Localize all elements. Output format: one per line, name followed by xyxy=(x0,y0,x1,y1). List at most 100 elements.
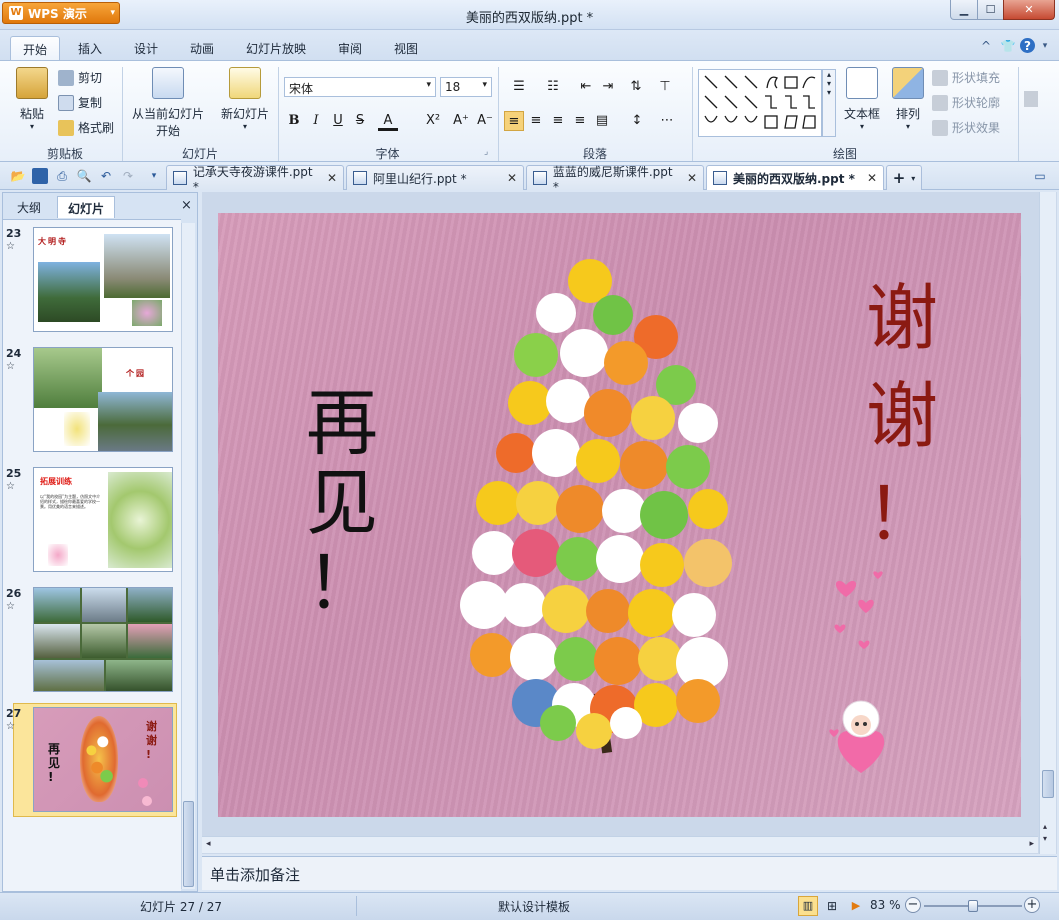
paste-button[interactable]: 粘贴 ▾ xyxy=(12,67,52,137)
italic-button[interactable]: I xyxy=(306,111,326,131)
canvas-scroll-thumb[interactable] xyxy=(1042,770,1054,798)
tab-home[interactable]: 开始 xyxy=(10,36,61,60)
columns-button[interactable]: ⋯ xyxy=(654,111,680,131)
doc-tab[interactable]: 记承天寺夜游课件.ppt * ✕ xyxy=(166,165,344,194)
tab-slideshow[interactable]: 幻灯片放映 xyxy=(234,36,318,60)
new-tab-button[interactable]: + ▾ xyxy=(886,165,922,190)
strikethrough-button[interactable]: S xyxy=(350,111,370,131)
close-panel-icon[interactable]: × xyxy=(181,198,192,213)
notes-pane[interactable]: 单击添加备注 xyxy=(202,856,1057,890)
shapes-gallery-scroll[interactable]: ▴ ▾ ▾ xyxy=(822,69,836,137)
slide-thumbnail-27[interactable]: 再见! 谢谢! xyxy=(33,707,173,812)
zoom-out-icon[interactable]: − xyxy=(905,897,921,913)
ppt-file-icon xyxy=(353,171,367,185)
doc-tab[interactable]: 阿里山纪行.ppt * ✕ xyxy=(346,165,524,190)
close-window-button[interactable]: ✕ xyxy=(1003,0,1055,20)
tab-view[interactable]: 视图 xyxy=(382,36,430,60)
panel-scrollbar[interactable] xyxy=(181,223,195,889)
tab-review[interactable]: 审阅 xyxy=(326,36,374,60)
shape-effect-button[interactable]: 形状效果 xyxy=(932,119,1000,136)
tab-list-icon[interactable]: ▭ xyxy=(1032,168,1048,184)
numbering-button[interactable]: ☷ xyxy=(540,77,566,97)
slide-27[interactable]: 再见！ 谢谢！ xyxy=(218,213,1021,817)
shrink-font-button[interactable]: A⁻ xyxy=(474,111,496,131)
slide-right-text[interactable]: 谢谢！ xyxy=(862,269,942,563)
zoom-slider[interactable] xyxy=(924,900,1022,912)
text-direction-button[interactable]: ⇅ xyxy=(626,77,646,97)
decrease-indent-button[interactable]: ⇤ xyxy=(576,77,596,97)
font-dialog-launcher-icon[interactable]: ⌟ xyxy=(484,147,488,157)
cut-button[interactable]: 剪切 xyxy=(58,69,102,86)
play-icon[interactable]: ▶ xyxy=(846,896,866,916)
tab-outline[interactable]: 大纲 xyxy=(7,196,51,218)
doc-tab-label: 蓝蓝的威尼斯课件.ppt * xyxy=(552,164,673,194)
canvas-horizontal-scrollbar[interactable]: ◂ ▸ xyxy=(202,836,1038,853)
close-tab-icon[interactable]: ✕ xyxy=(867,171,877,185)
vertical-align-button[interactable]: ⊤ xyxy=(652,77,678,97)
scroll-right-icon[interactable]: ▸ xyxy=(1029,839,1034,849)
help-icon[interactable]: ? xyxy=(1020,38,1035,53)
undo-icon[interactable]: ↶ xyxy=(98,168,114,184)
normal-view-icon[interactable]: ▥ xyxy=(798,896,818,916)
grow-font-button[interactable]: A⁺ xyxy=(450,111,472,131)
align-center-button[interactable]: ≡ xyxy=(526,111,546,131)
slide-thumbnail-26[interactable] xyxy=(33,587,173,692)
preview-icon[interactable]: 🔍 xyxy=(76,168,92,184)
superscript-button[interactable]: X² xyxy=(420,111,446,131)
font-color-button[interactable]: A xyxy=(378,111,398,131)
prev-slide-icon[interactable]: ▴ xyxy=(1043,822,1047,831)
skin-icon[interactable]: 👕 xyxy=(1000,38,1016,54)
align-left-button[interactable]: ≡ xyxy=(504,111,524,131)
tab-animation[interactable]: 动画 xyxy=(178,36,226,60)
tab-design[interactable]: 设计 xyxy=(122,36,170,60)
font-family-select[interactable]: 宋体 ▾ xyxy=(284,77,436,97)
help-menu-chevron-icon[interactable]: ▾ xyxy=(1037,38,1053,54)
zoom-in-icon[interactable]: + xyxy=(1024,897,1040,913)
next-slide-icon[interactable]: ▾ xyxy=(1043,834,1047,843)
tab-slides[interactable]: 幻灯片 xyxy=(57,196,116,218)
underline-button[interactable]: U xyxy=(328,111,348,131)
format-painter-button[interactable]: 格式刷 xyxy=(58,119,114,136)
redo-icon[interactable]: ↷ xyxy=(120,168,136,184)
align-right-button[interactable]: ≡ xyxy=(548,111,568,131)
slide-thumbnail-24[interactable]: 个园 xyxy=(33,347,173,452)
ribbon-overflow-icon[interactable] xyxy=(1024,91,1038,107)
slide-left-text[interactable]: 再见！ xyxy=(302,383,382,623)
maximize-button[interactable]: ☐ xyxy=(977,0,1004,20)
shapes-gallery[interactable] xyxy=(698,69,822,137)
close-tab-icon[interactable]: ✕ xyxy=(687,171,697,185)
line-spacing-button[interactable]: ↕ xyxy=(624,111,650,131)
canvas-vertical-scrollbar[interactable]: ▴ ▾ xyxy=(1039,192,1056,854)
scroll-left-icon[interactable]: ◂ xyxy=(206,839,211,849)
thumbnail-photo xyxy=(106,660,172,691)
copy-button[interactable]: 复制 xyxy=(58,94,102,111)
close-tab-icon[interactable]: ✕ xyxy=(507,171,517,185)
arrange-button[interactable]: 排列 ▾ xyxy=(888,67,928,131)
sorter-view-icon[interactable]: ⊞ xyxy=(822,896,842,916)
print-icon[interactable]: ⎙ xyxy=(54,168,70,184)
save-icon[interactable] xyxy=(32,168,48,184)
customize-toolbar-icon[interactable]: ▾ xyxy=(146,168,162,184)
open-icon[interactable]: 📂 xyxy=(10,168,26,184)
tab-insert[interactable]: 插入 xyxy=(66,36,114,60)
shape-outline-button[interactable]: 形状轮廓 xyxy=(932,94,1000,111)
zoom-slider-thumb[interactable] xyxy=(968,900,978,912)
doc-tab-active[interactable]: 美丽的西双版纳.ppt * ✕ xyxy=(706,165,884,190)
close-tab-icon[interactable]: ✕ xyxy=(327,171,337,185)
panel-scroll-thumb[interactable] xyxy=(183,801,194,887)
font-size-select[interactable]: 18 ▾ xyxy=(440,77,492,97)
increase-indent-button[interactable]: ⇥ xyxy=(598,77,618,97)
bold-button[interactable]: B xyxy=(284,111,304,131)
textbox-button[interactable]: 文本框 ▾ xyxy=(840,67,884,131)
slide-thumbnail-23[interactable]: 大明寺 xyxy=(33,227,173,332)
new-slide-button[interactable]: 新幻灯片 ▾ xyxy=(216,67,274,131)
collapse-ribbon-icon[interactable]: ^ xyxy=(978,38,994,54)
doc-tab[interactable]: 蓝蓝的威尼斯课件.ppt * ✕ xyxy=(526,165,704,194)
distribute-button[interactable]: ▤ xyxy=(592,111,612,131)
minimize-button[interactable]: ▁ xyxy=(950,0,978,20)
shape-fill-button[interactable]: 形状填充 xyxy=(932,69,1000,86)
play-from-current-button[interactable]: 从当前幻灯片 开始 xyxy=(128,67,208,139)
justify-button[interactable]: ≡ xyxy=(570,111,590,131)
bullets-button[interactable]: ☰ xyxy=(506,77,532,97)
slide-thumbnail-25[interactable]: 拓展训练 以“我的校园”为主题，仿照文中介绍的样式，描绘你最喜爱的学校一景。用优… xyxy=(33,467,173,572)
